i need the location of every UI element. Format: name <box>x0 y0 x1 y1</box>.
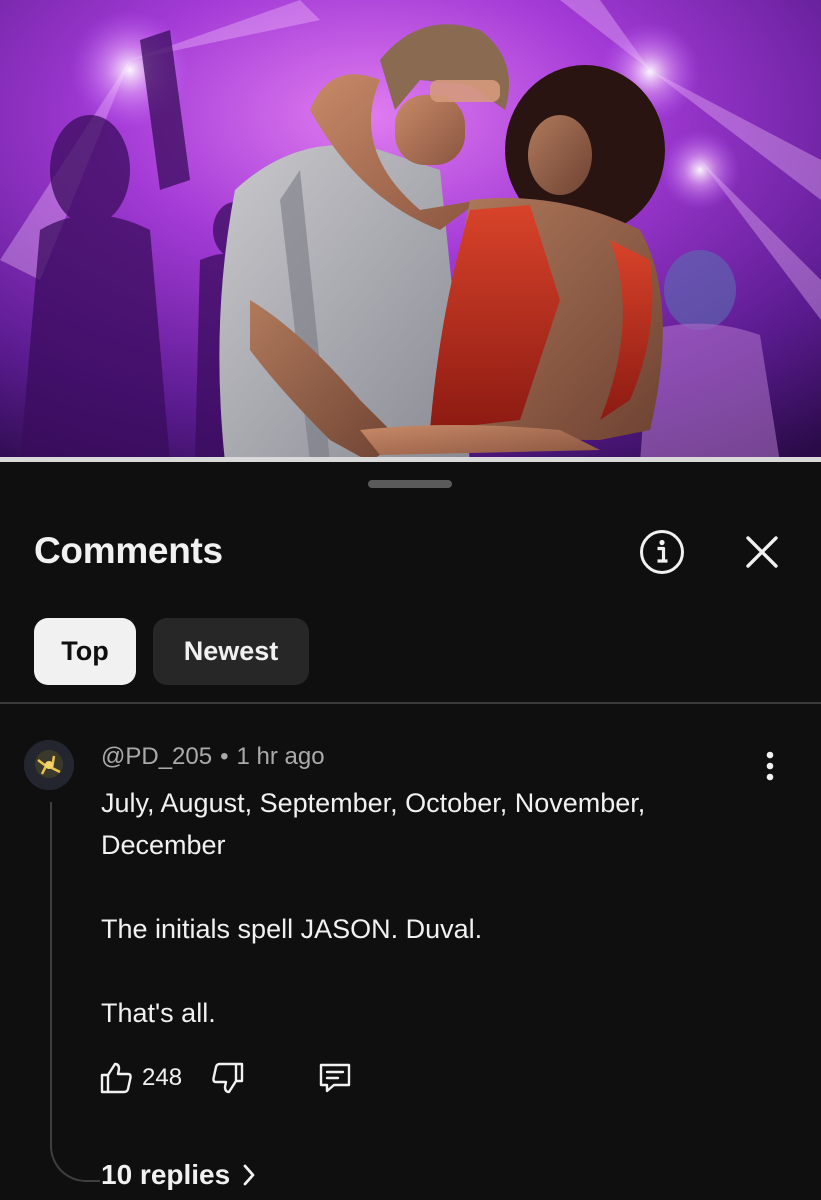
drag-handle[interactable] <box>368 480 452 488</box>
panel-title: Comments <box>34 530 223 571</box>
avatar-image <box>24 740 74 790</box>
thumbs-down-icon <box>212 1062 244 1094</box>
sort-tab-newest[interactable]: Newest <box>153 618 309 685</box>
replies-label: 10 replies <box>101 1159 231 1190</box>
like-count: 248 <box>142 1064 183 1091</box>
info-button[interactable] <box>636 526 688 578</box>
comment-meta: @PD_205 • 1 hr ago <box>101 743 325 771</box>
comment-paragraph: The initials spell JASON. Duval. <box>101 914 483 944</box>
close-button[interactable] <box>736 526 788 578</box>
comment-reply-icon <box>319 1063 351 1093</box>
chevron-right-icon <box>243 1164 255 1186</box>
thread-connector-line <box>50 802 100 1182</box>
meta-separator: • <box>220 743 229 770</box>
comment-author[interactable]: @PD_205 <box>101 743 212 770</box>
dislike-button[interactable] <box>210 1060 246 1096</box>
close-icon <box>746 536 778 568</box>
comment-actions: 248 <box>98 1056 354 1100</box>
video-frame-illustration <box>0 0 821 462</box>
comment-paragraph: That's all. <box>101 998 216 1028</box>
comment-time: 1 hr ago <box>236 743 325 770</box>
comment-body: July, August, September, October, Novemb… <box>101 782 761 1034</box>
divider <box>0 702 821 704</box>
avatar[interactable] <box>24 740 74 790</box>
info-icon <box>640 530 684 574</box>
sort-tab-top[interactable]: Top <box>34 618 136 685</box>
view-replies-button[interactable]: 10 replies <box>101 1159 256 1191</box>
reply-button[interactable] <box>316 1060 354 1096</box>
comments-sheet: Comments Top Newest @PD_205 • 1 hr ago J… <box>0 462 821 1200</box>
thumbs-up-icon <box>100 1062 132 1094</box>
comment-paragraph: July, August, September, October, Novemb… <box>101 788 646 860</box>
video-player[interactable] <box>0 0 821 462</box>
more-vertical-icon <box>766 751 774 781</box>
like-button[interactable]: 248 <box>98 1060 182 1096</box>
comment-more-button[interactable] <box>752 746 788 786</box>
